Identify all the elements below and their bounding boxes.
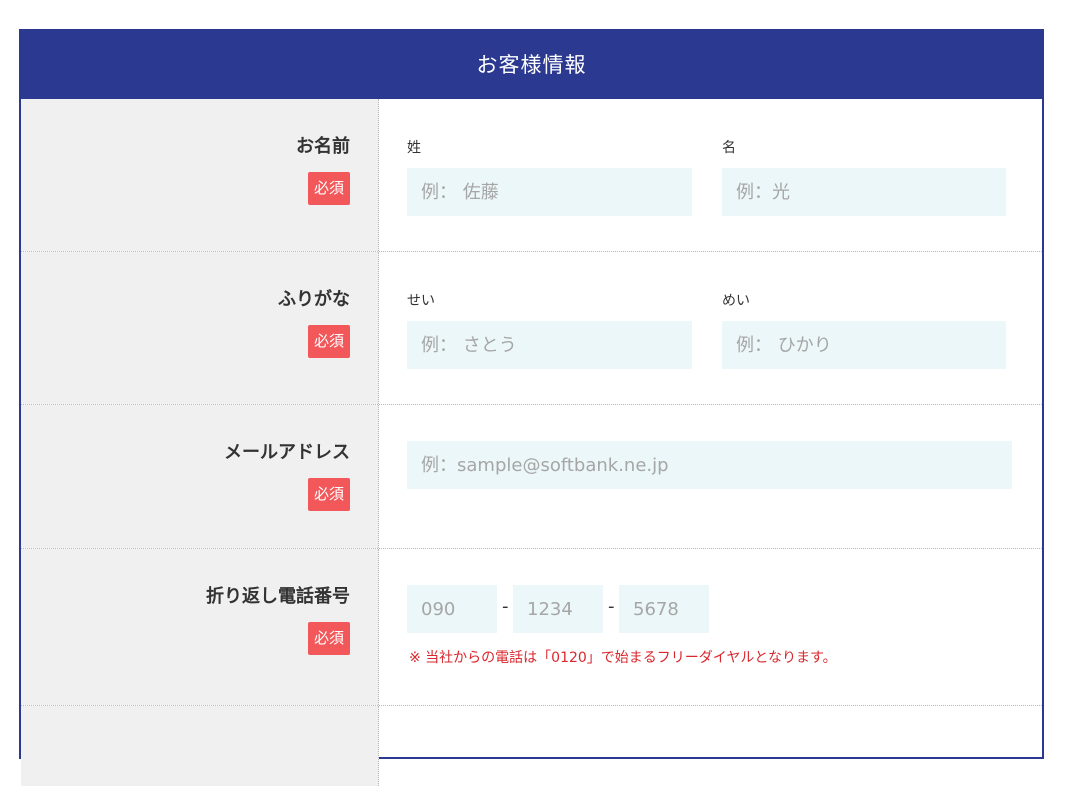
name-label: お名前 bbox=[296, 136, 350, 157]
last-kana-input[interactable] bbox=[407, 321, 692, 369]
last-name-input[interactable] bbox=[407, 168, 692, 216]
first-kana-label: めい bbox=[722, 293, 750, 309]
row-label-phone: 折り返し電話番号 必須 bbox=[21, 549, 379, 705]
panel-header: お客様情報 bbox=[21, 29, 1042, 99]
kana-label: ふりがな bbox=[278, 289, 350, 310]
panel-title: お客様情報 bbox=[476, 53, 587, 77]
required-badge: 必須 bbox=[307, 325, 350, 358]
row-phone: 折り返し電話番号 必須 - - ※ 当社からの電話は「0120」で始まるフリーダ… bbox=[21, 549, 1042, 706]
first-name-label: 名 bbox=[722, 140, 736, 156]
last-name-label: 姓 bbox=[407, 140, 421, 156]
row-label-name: お名前 必須 bbox=[21, 99, 379, 251]
first-kana-input[interactable] bbox=[722, 321, 1006, 369]
row-body-name: 姓 名 bbox=[379, 99, 1042, 251]
customer-info-panel: お客様情報 お名前 必須 姓 名 ふりがな 必須 せい bbox=[19, 29, 1044, 786]
row-next bbox=[21, 706, 1042, 786]
phone-separator: - bbox=[608, 596, 615, 617]
form-table: お名前 必須 姓 名 ふりがな 必須 せい めい bbox=[21, 99, 1042, 786]
row-label-kana: ふりがな 必須 bbox=[21, 252, 379, 404]
phone-note: ※ 当社からの電話は「0120」で始まるフリーダイヤルとなります。 bbox=[409, 650, 837, 666]
phone-part1-input[interactable] bbox=[407, 585, 497, 633]
phone-label: 折り返し電話番号 bbox=[206, 586, 350, 607]
row-body-next bbox=[379, 706, 1042, 786]
required-badge: 必須 bbox=[307, 478, 350, 511]
required-badge: 必須 bbox=[307, 172, 350, 205]
first-name-input[interactable] bbox=[722, 168, 1006, 216]
last-kana-label: せい bbox=[407, 293, 435, 309]
row-kana: ふりがな 必須 せい めい bbox=[21, 252, 1042, 405]
row-body-email bbox=[379, 405, 1042, 548]
row-email: メールアドレス 必須 bbox=[21, 405, 1042, 549]
phone-separator: - bbox=[502, 596, 509, 617]
email-input[interactable] bbox=[407, 441, 1012, 489]
row-label-email: メールアドレス 必須 bbox=[21, 405, 379, 548]
phone-part3-input[interactable] bbox=[619, 585, 709, 633]
required-badge: 必須 bbox=[307, 622, 350, 655]
row-body-kana: せい めい bbox=[379, 252, 1042, 404]
phone-part2-input[interactable] bbox=[513, 585, 603, 633]
email-label: メールアドレス bbox=[224, 442, 350, 463]
row-label-next bbox=[21, 706, 379, 786]
row-body-phone: - - ※ 当社からの電話は「0120」で始まるフリーダイヤルとなります。 bbox=[379, 549, 1042, 705]
row-name: お名前 必須 姓 名 bbox=[21, 99, 1042, 252]
